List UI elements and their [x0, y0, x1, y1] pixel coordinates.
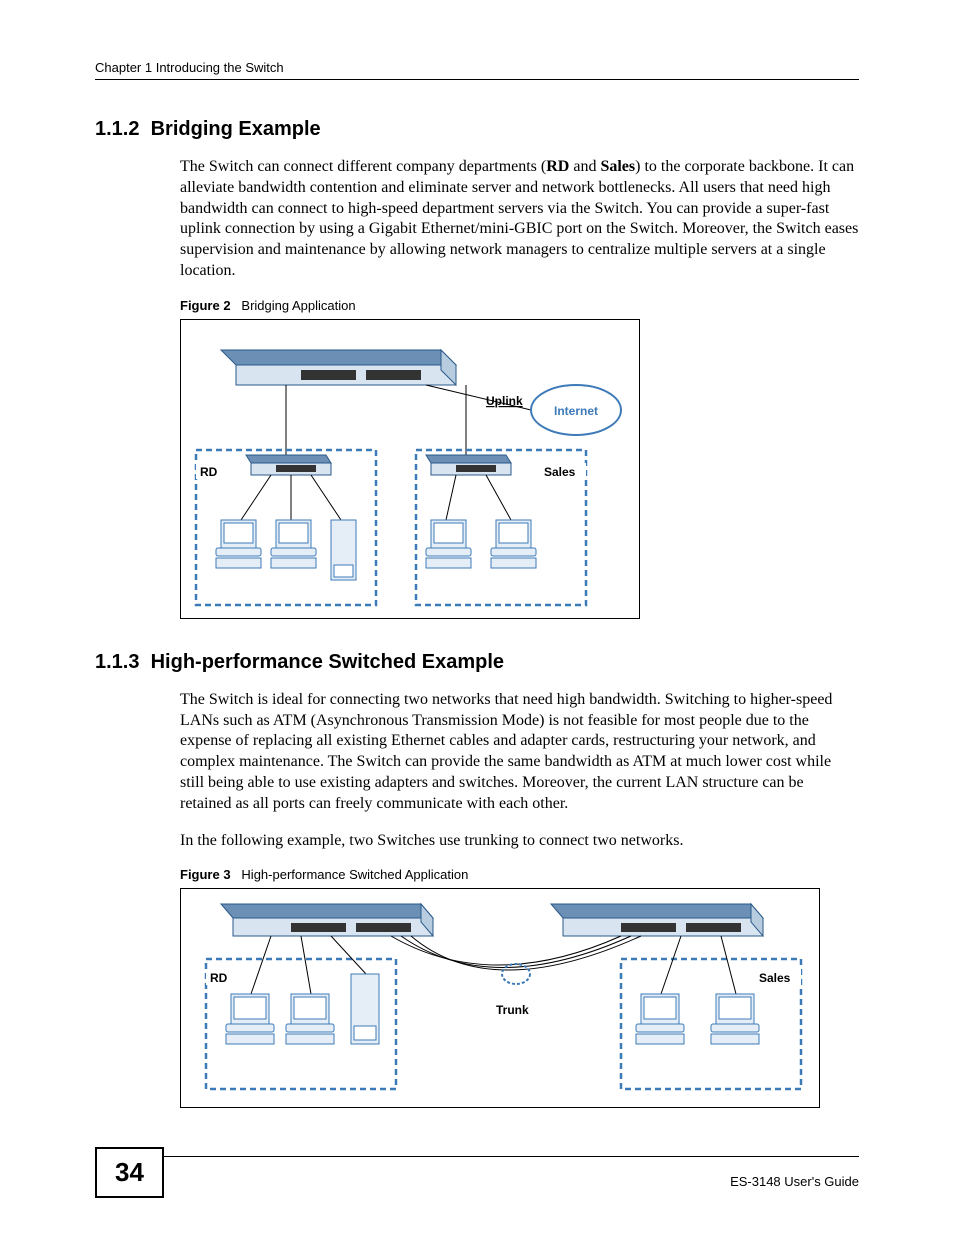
section-number: 1.1.3: [95, 651, 139, 673]
figure-3-label: Figure 3: [180, 867, 231, 882]
page-header: Chapter 1 Introducing the Switch: [95, 60, 859, 80]
section-112-paragraph: The Switch can connect different company…: [180, 157, 859, 282]
trunk-label: Trunk: [496, 1003, 529, 1017]
page-number: 34: [95, 1147, 164, 1198]
sales-label-2: Sales: [759, 971, 791, 985]
figure-3-caption: Figure 3 High-performance Switched Appli…: [180, 867, 859, 882]
section-title: High-performance Switched Example: [151, 651, 504, 673]
uplink-label: Uplink: [486, 394, 523, 408]
figure-2-label: Figure 2: [180, 298, 231, 313]
section-113-paragraph-1: The Switch is ideal for connecting two n…: [180, 690, 859, 815]
page-footer: 34 ES-3148 User's Guide: [95, 1156, 859, 1198]
figure-3-diagram: Trunk RD Sales: [180, 888, 820, 1108]
sales-label: Sales: [544, 465, 576, 479]
footer-guide-text: ES-3148 User's Guide: [730, 1174, 859, 1189]
rd-label-2: RD: [210, 971, 228, 985]
internet-label: Internet: [554, 404, 598, 418]
section-title: Bridging Example: [151, 118, 321, 140]
section-number: 1.1.2: [95, 118, 139, 140]
figure-2-diagram: Uplink Internet RD Sales: [180, 319, 640, 619]
section-heading-112: 1.1.2 Bridging Example: [95, 118, 859, 141]
figure-2-caption-text: Bridging Application: [241, 298, 355, 313]
figure-2-caption: Figure 2 Bridging Application: [180, 298, 859, 313]
section-heading-113: 1.1.3 High-performance Switched Example: [95, 651, 859, 674]
figure-3-caption-text: High-performance Switched Application: [241, 867, 468, 882]
section-113-paragraph-2: In the following example, two Switches u…: [180, 831, 859, 852]
rd-label: RD: [200, 465, 218, 479]
